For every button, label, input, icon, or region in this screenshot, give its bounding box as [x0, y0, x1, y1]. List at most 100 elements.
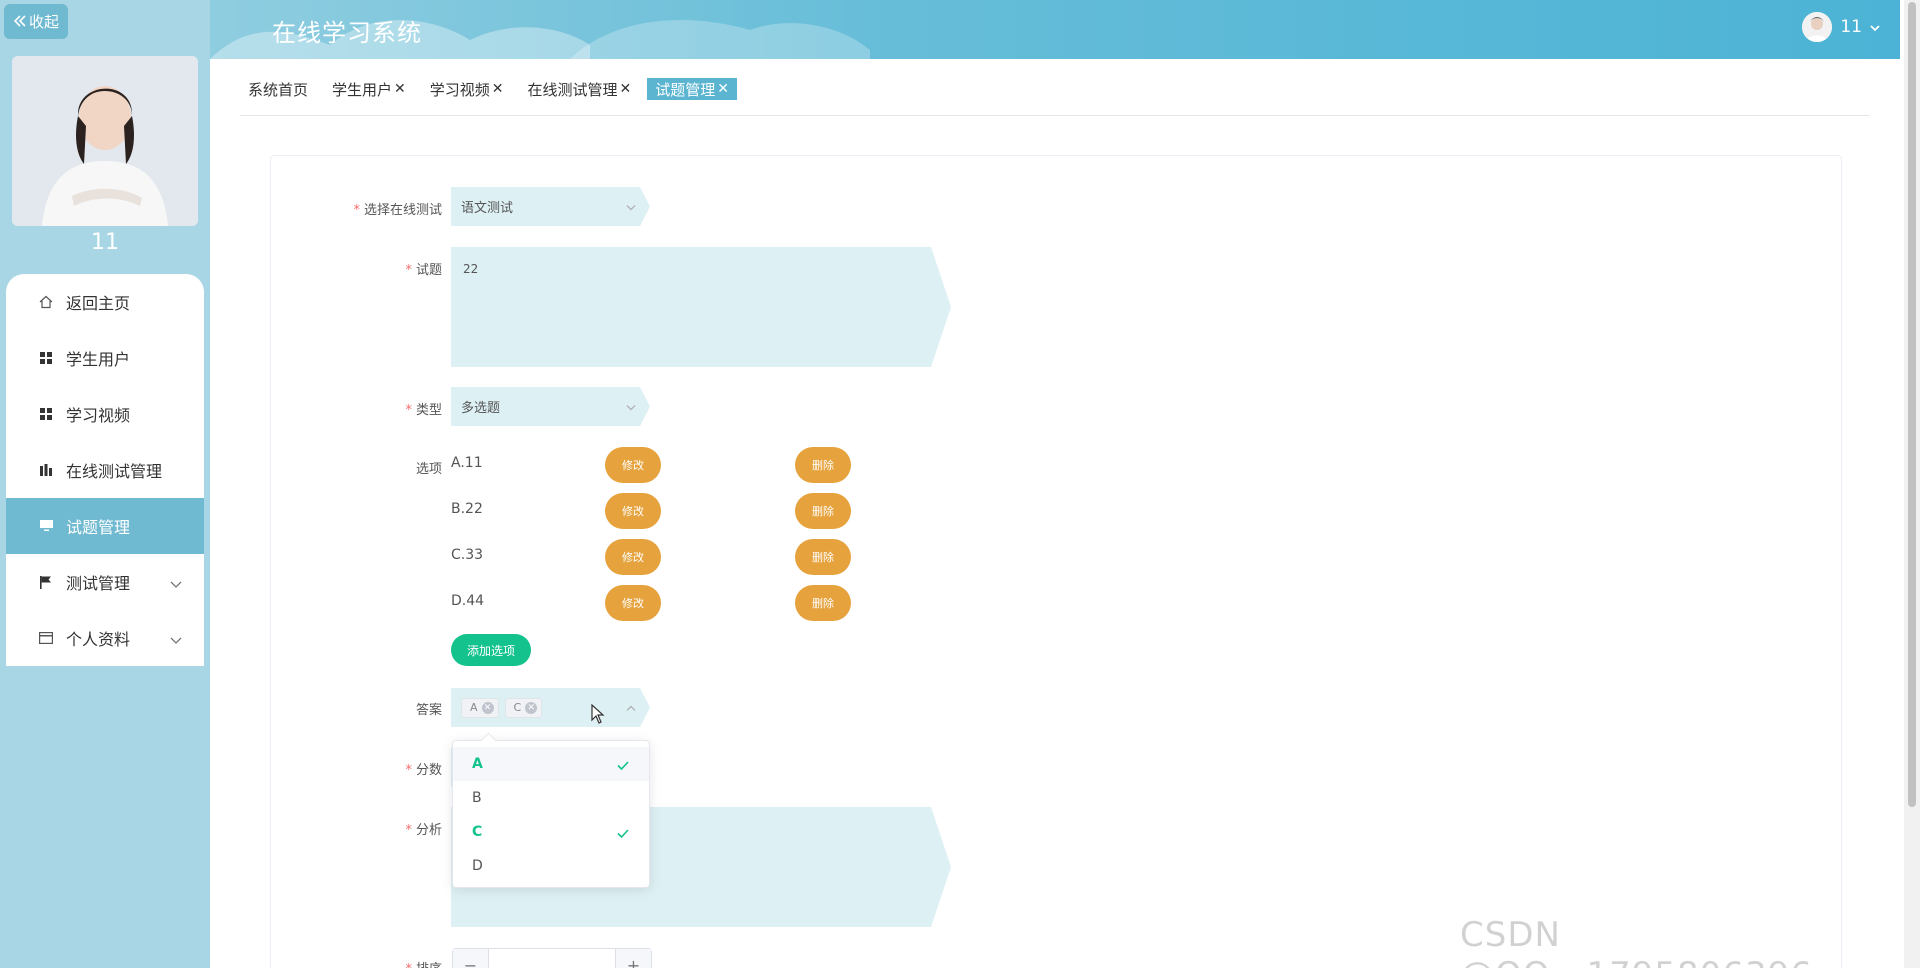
option-text: D.44	[451, 593, 485, 609]
top-header: 在线学习系统 11	[210, 0, 1900, 59]
mouse-cursor-icon	[591, 703, 605, 728]
chevron-down-icon	[626, 399, 636, 414]
header-user-menu[interactable]: 11	[1802, 12, 1880, 42]
grid-icon	[38, 350, 54, 366]
card-icon	[38, 630, 54, 646]
test-select-value: 语文测试	[461, 201, 514, 216]
chevron-down-icon	[170, 574, 182, 593]
edit-option-button[interactable]: 修改	[605, 585, 661, 621]
sidebar-item-students[interactable]: 学生用户	[6, 330, 204, 386]
sort-label: *排序	[322, 958, 442, 968]
tab-questions[interactable]: 试题管理 ✕	[647, 78, 738, 100]
delete-option-button[interactable]: 删除	[795, 447, 851, 483]
sidebar-item-home[interactable]: 返回主页	[6, 274, 204, 330]
dropdown-option-a[interactable]: A	[453, 747, 649, 781]
flag-icon	[38, 574, 54, 590]
add-option-button[interactable]: 添加选项	[451, 634, 531, 666]
question-label: * 试题	[405, 263, 442, 278]
sidebar-item-label: 学习视频	[66, 406, 131, 425]
tab-label: 学习视频	[429, 80, 490, 99]
close-icon[interactable]: ✕	[394, 81, 406, 97]
sidebar-item-label: 个人资料	[66, 630, 131, 649]
home-icon	[38, 294, 54, 310]
answer-label: 答案	[415, 703, 442, 718]
chevron-down-icon	[170, 630, 182, 649]
dropdown-option-d[interactable]: D	[453, 849, 649, 883]
collapse-label: 收起	[28, 13, 59, 31]
tag-close-icon[interactable]: ✕	[525, 701, 538, 714]
options-label: 选项	[415, 462, 442, 477]
delete-option-button[interactable]: 删除	[795, 493, 851, 529]
score-label: * 分数	[405, 763, 442, 778]
tab-label: 系统首页	[248, 80, 309, 99]
minus-icon[interactable]: −	[453, 949, 489, 968]
type-select-value: 多选题	[461, 401, 501, 416]
close-icon[interactable]: ✕	[492, 81, 504, 97]
analysis-label: * 分析	[405, 823, 442, 838]
sidebar-item-label: 试题管理	[66, 518, 131, 537]
sidebar-item-online-tests[interactable]: 在线测试管理	[6, 442, 204, 498]
delete-option-button[interactable]: 删除	[795, 585, 851, 621]
page-scrollbar[interactable]	[1904, 0, 1920, 968]
app-title: 在线学习系统	[272, 19, 422, 47]
sidebar-item-questions[interactable]: 试题管理	[6, 498, 204, 554]
tab-label: 在线测试管理	[527, 80, 618, 99]
sidebar-item-label: 测试管理	[66, 574, 131, 593]
option-text: A.11	[451, 455, 483, 471]
sidebar: 收起 11 返回主页 学生用户 学习视频 在线测试管理 试题管理 测试管理 个人…	[0, 0, 210, 968]
tab-bar: 系统首页 学生用户 ✕ 学习视频 ✕ 在线测试管理 ✕ 试题管理 ✕	[240, 78, 1870, 116]
answer-dropdown: A B C D	[452, 740, 650, 888]
question-value: 22	[463, 262, 479, 276]
question-textarea[interactable]: 22	[451, 247, 951, 367]
option-text: B.22	[451, 501, 483, 517]
monitor-icon	[38, 518, 54, 534]
test-select[interactable]: 语文测试	[451, 187, 650, 226]
sidebar-item-label: 返回主页	[66, 294, 131, 313]
edit-option-button[interactable]: 修改	[605, 493, 661, 529]
header-cloud-decoration	[210, 19, 870, 59]
sort-stepper[interactable]: − +	[452, 948, 652, 968]
tab-online-tests[interactable]: 在线测试管理 ✕	[519, 78, 640, 100]
option-text: C.33	[451, 547, 484, 563]
dropdown-option-b[interactable]: B	[453, 781, 649, 815]
tab-label: 试题管理	[655, 80, 716, 99]
collapse-button[interactable]: 收起	[4, 4, 68, 39]
grid-icon	[38, 406, 54, 422]
user-avatar	[12, 56, 198, 226]
tag-close-icon[interactable]: ✕	[481, 701, 494, 714]
sidebar-item-videos[interactable]: 学习视频	[6, 386, 204, 442]
sidebar-item-profile[interactable]: 个人资料	[6, 610, 204, 666]
sidebar-menu: 返回主页 学生用户 学习视频 在线测试管理 试题管理 测试管理 个人资料	[6, 274, 204, 666]
double-chevron-left-icon	[13, 13, 27, 31]
tab-videos[interactable]: 学习视频 ✕	[421, 78, 512, 100]
watermark: CSDN @QQ__1795806396	[1460, 915, 1812, 968]
chevron-down-icon	[626, 199, 636, 214]
sidebar-user-name: 11	[91, 230, 119, 255]
chevron-up-icon	[626, 700, 636, 715]
delete-option-button[interactable]: 删除	[795, 539, 851, 575]
header-avatar	[1802, 12, 1833, 42]
edit-option-button[interactable]: 修改	[605, 539, 661, 575]
sidebar-item-label: 在线测试管理	[66, 462, 163, 481]
close-icon[interactable]: ✕	[717, 81, 729, 97]
check-icon	[617, 758, 629, 774]
chart-icon	[38, 462, 54, 478]
tab-students[interactable]: 学生用户 ✕	[324, 78, 414, 100]
tab-home[interactable]: 系统首页	[240, 78, 317, 100]
answer-tag: A ✕	[461, 697, 499, 718]
chevron-down-icon	[1870, 17, 1880, 37]
plus-icon[interactable]: +	[615, 949, 651, 968]
sidebar-item-label: 学生用户	[66, 350, 131, 369]
scrollbar-thumb[interactable]	[1908, 2, 1916, 807]
type-select[interactable]: 多选题	[451, 387, 650, 426]
edit-option-button[interactable]: 修改	[605, 447, 661, 483]
answer-multiselect[interactable]: A ✕ C ✕	[451, 688, 650, 727]
tab-label: 学生用户	[332, 80, 393, 99]
dropdown-option-c[interactable]: C	[453, 815, 649, 849]
type-label: * 类型	[405, 403, 442, 418]
answer-tag: C ✕	[504, 697, 543, 718]
sidebar-item-test-management[interactable]: 测试管理	[6, 554, 204, 610]
test-select-label: * 选择在线测试	[353, 203, 442, 218]
close-icon[interactable]: ✕	[620, 81, 632, 97]
header-user-name: 11	[1840, 17, 1862, 37]
